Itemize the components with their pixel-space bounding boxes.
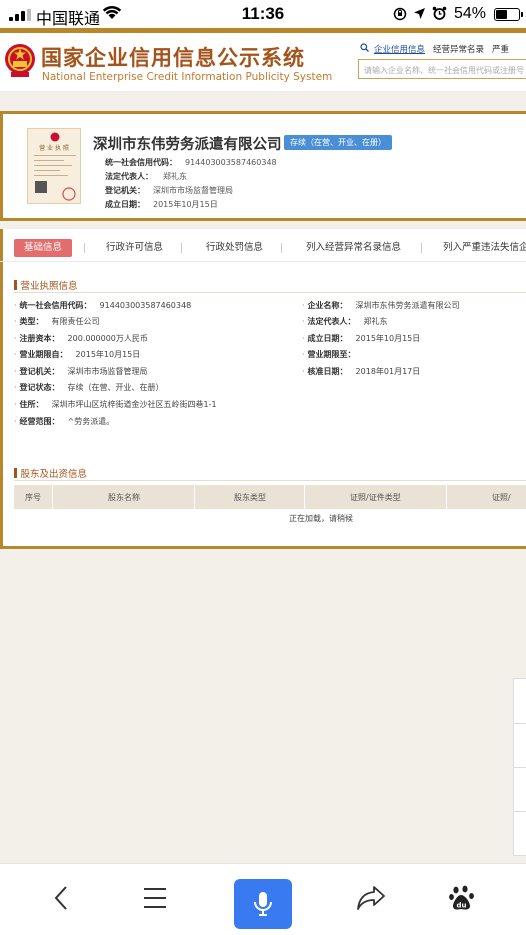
tab-bar: 基础信息 行政许可信息 行政处罚信息 列入经营异常名录信息 列入严重违法失信企 [0,229,526,269]
shareholder-table: 序号 股东名称 股东类型 证照/证件类型 证照/ [14,485,526,509]
orientation-lock-icon [393,7,407,20]
col-shareholder-type: 股东类型 [234,493,266,502]
share-icon [357,886,385,910]
tab-abnormal-list[interactable]: 列入经营异常名录信息 [306,239,401,257]
field-registered-capital: · 注册资本： 200.000000万人民币 [14,334,148,343]
field-address: · 住所： 深圳市坪山区坑梓街道金沙社区五岭街四巷1-1 [14,400,217,409]
loading-message: 正在加载，请稍候 [289,514,353,523]
tab-basic-info[interactable]: 基础信息 [14,239,73,257]
status-badge: 存续（在营、开业、在册） [284,135,392,150]
section-title-shareholders: 股东及出资信息 [14,466,88,480]
license-emblem-icon [50,132,60,142]
site-title: 国家企业信用信息公示系统 [41,46,305,70]
business-license-thumbnail[interactable]: 营 业 执 照 [27,128,81,204]
field-legal-representative: · 法定代表人： 郑礼东 [302,317,388,326]
card-row-legal-rep: 法定代表人： 郑礼东 [105,172,187,181]
mic-icon [254,892,272,916]
alarm-icon [432,6,447,20]
side-toolbar[interactable] [513,678,526,856]
field-term-start: · 营业期限自： 2015年10月15日 [14,350,141,359]
license-thumb-title: 营 业 执 照 [39,145,69,152]
link-abnormal-list[interactable]: 经营异常名录 [433,43,484,55]
location-icon [414,8,425,19]
share-button[interactable] [351,878,391,918]
menu-button[interactable] [135,878,175,918]
card-row-registration-authority: 登记机关： 深圳市市场监督管理局 [105,186,233,195]
field-registration-status: · 登记状态： 存续（在营、开业、在册） [14,383,164,392]
field-approval-date: · 核准日期： 2018年01月17日 [302,367,421,376]
tab-admin-license[interactable]: 行政许可信息 [106,239,163,257]
baidu-button[interactable]: du [442,878,482,918]
section-title-license: 营业执照信息 [14,278,78,292]
tab-serious-violation[interactable]: 列入严重违法失信企 [443,239,526,257]
search-icon [360,43,369,52]
card-row-established-date: 成立日期： 2015年10月15日 [105,200,218,209]
field-company-name: · 企业名称： 深圳市东伟劳务派遣有限公司 [302,301,460,310]
search-input[interactable]: 请输入企业名称、统一社会信用代码或注册号 [358,59,526,79]
link-serious-violation[interactable]: 严重 [492,43,509,55]
status-bar: 中国联通 11:36 54% [0,0,526,28]
national-emblem-icon [5,44,35,77]
col-id-type: 证照/证件类型 [350,493,401,502]
company-summary-card: 营 业 执 照 深圳市东伟劳务派遣有限公司 存续（在营、开业、在册） 统一社会信… [0,111,526,221]
voice-search-button[interactable] [234,879,292,929]
shareholder-table-header: 序号 股东名称 股东类型 证照/证件类型 证照/ [14,485,526,509]
col-id-number: 证照/ [492,493,511,502]
baidu-icon: du [449,885,474,910]
clock: 11:36 [241,4,285,23]
card-row-credit-code: 统一社会信用代码： 914403003587460348 [105,158,277,167]
official-seal-icon [62,187,76,201]
site-header: 国家企业信用信息公示系统 National Enterprise Credit … [0,28,526,91]
col-shareholder-name: 股东名称 [108,493,140,502]
svg-text:du: du [457,902,467,910]
col-index: 序号 [25,493,41,502]
field-term-end: · 营业期限至： [302,350,356,359]
menu-icon [144,888,166,908]
company-name: 深圳市东伟劳务派遣有限公司 [93,137,282,153]
field-type: · 类型： 有限责任公司 [14,317,100,326]
back-icon [54,886,67,910]
browser-bottom-bar: du [0,863,526,935]
back-button[interactable] [41,878,81,918]
tab-admin-penalty[interactable]: 行政处罚信息 [206,239,263,257]
battery-percent: 54% [454,5,487,22]
field-registration-authority: · 登记机关： 深圳市市场监督管理局 [14,367,148,376]
header-nav: 企业信用信息 经营异常名录 严重 [360,43,509,55]
qr-code-icon [35,181,47,193]
site-title-english: National Enterprise Credit Information P… [42,71,333,83]
battery-icon [494,8,520,21]
link-credit-info[interactable]: 企业信用信息 [374,43,425,55]
field-business-scope: · 经营范围： ^劳务派遣。 [14,417,115,426]
field-credit-code: · 统一社会信用代码： 914403003587460348 [14,301,192,310]
field-established-date: · 成立日期： 2015年10月15日 [302,334,421,343]
